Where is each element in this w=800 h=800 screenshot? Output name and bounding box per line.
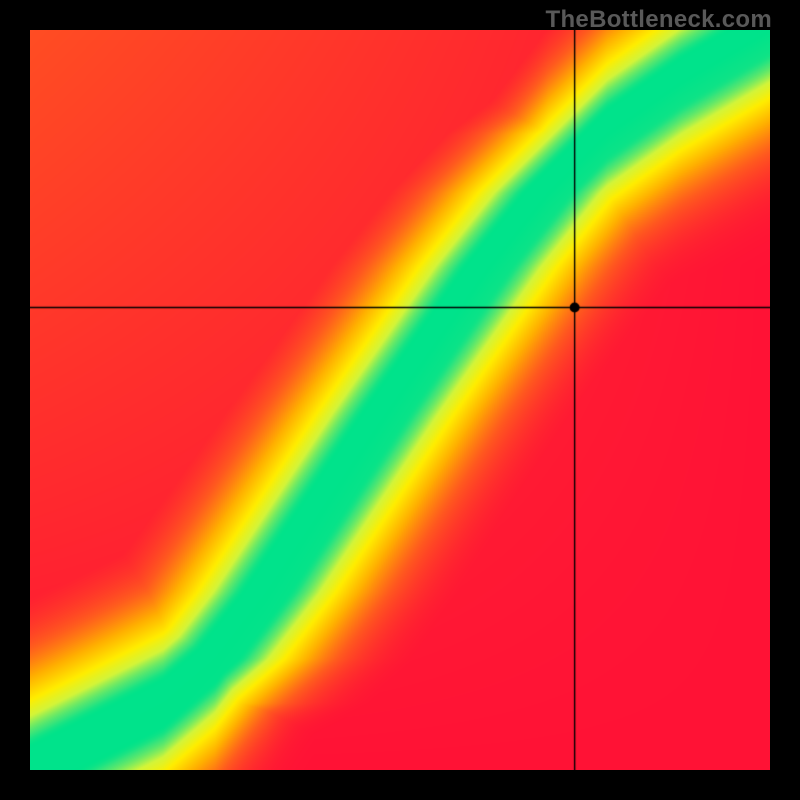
plot-area	[30, 30, 770, 770]
heatmap-canvas	[30, 30, 770, 770]
chart-frame: TheBottleneck.com	[0, 0, 800, 800]
